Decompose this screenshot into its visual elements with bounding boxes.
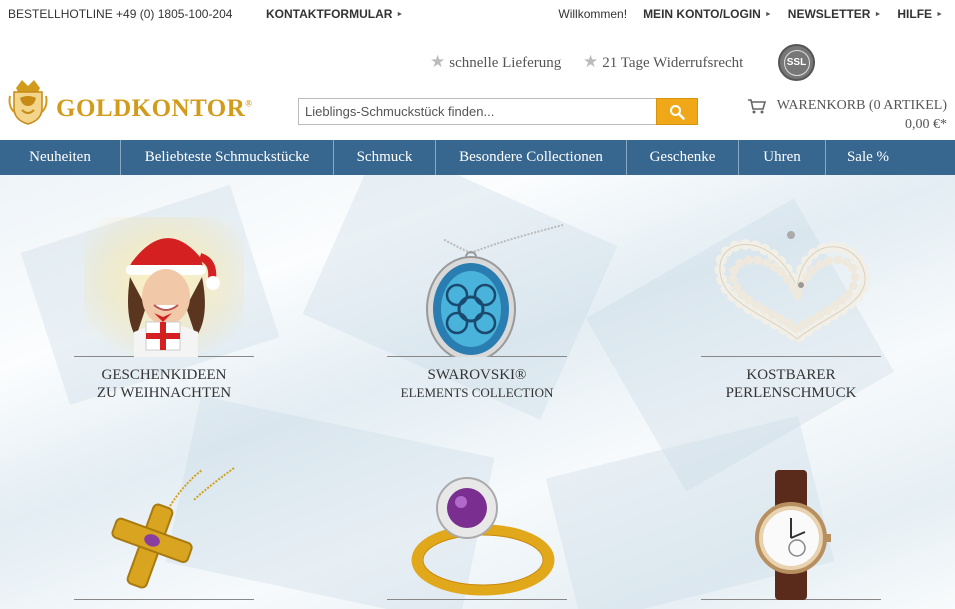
pendant-image — [426, 224, 564, 362]
newsletter-link[interactable]: NEWSLETTER ► — [788, 7, 882, 21]
wristwatch-image — [755, 470, 831, 600]
tile-caption-line2: ELEMENTS COLLECTION — [400, 385, 554, 400]
nav-item-uhren[interactable]: Uhren — [739, 140, 826, 175]
nav-item-sale[interactable]: Sale % — [826, 140, 910, 175]
account-label: MEIN KONTO/LOGIN — [643, 7, 761, 21]
tile-caption: KOSTBARER PERLENSCHMUCK — [701, 366, 881, 402]
tile-image — [387, 460, 567, 600]
tile-image — [74, 217, 254, 357]
tile-image — [701, 460, 881, 600]
cart-total: 0,00 €* — [905, 117, 947, 132]
nav-label: Besondere Collectionen — [459, 149, 603, 165]
tile-caption-line1: KOSTBARER — [746, 367, 836, 383]
nav-label: Uhren — [763, 149, 801, 165]
nav-item-geschenke[interactable]: Geschenke — [627, 140, 739, 175]
amethyst-ring-image — [411, 477, 555, 596]
hotline: BESTELLHOTLINE +49 (0) 1805-100-204 — [8, 7, 233, 21]
nav-label: Schmuck — [356, 149, 413, 165]
arrow-right-icon: ► — [764, 11, 772, 18]
nav-label: Sale % — [846, 149, 890, 165]
nav-item-collectionen[interactable]: Besondere Collectionen — [436, 140, 627, 175]
contact-form-label: KONTAKTFORMULAR — [266, 7, 393, 21]
arrow-right-icon: ► — [874, 11, 882, 18]
crest-logo-icon[interactable] — [8, 76, 48, 126]
category-tile-cross[interactable] — [74, 460, 254, 600]
nav-item-schmuck[interactable]: Schmuck — [334, 140, 436, 175]
pearl-necklace-image — [714, 231, 871, 347]
category-tile-swarovski[interactable]: SWAROVSKI® ELEMENTS COLLECTION — [387, 217, 567, 402]
shopping-cart-icon — [747, 99, 766, 114]
tile-caption: SWAROVSKI® ELEMENTS COLLECTION — [387, 366, 567, 402]
tile-caption-line2: ZU WEIHNACHTEN — [96, 385, 232, 401]
tile-caption-line1: SWAROVSKI® — [427, 367, 527, 383]
trust-delivery-label: schnelle Lieferung — [449, 55, 562, 71]
ssl-seal: SSL — [778, 44, 815, 81]
tile-caption-line1: GESCHENKIDEEN — [101, 367, 227, 383]
tile-image — [387, 217, 567, 362]
content-area: GESCHENKIDEEN ZU WEIHNACHTEN SWAROVSKI® — [0, 175, 955, 609]
nav-label: Neuheiten — [29, 149, 91, 165]
nav-label: Geschenke — [649, 149, 716, 165]
star-icon: ★ — [583, 52, 599, 71]
logo-text: GOLDKONTOR — [56, 95, 246, 122]
cart-label: WARENKORB (0 ARTIKEL) — [776, 98, 947, 113]
account-login-link[interactable]: MEIN KONTO/LOGIN ► — [643, 7, 772, 21]
search-input[interactable] — [298, 98, 656, 125]
top-bar-right: Willkommen! MEIN KONTO/LOGIN ► NEWSLETTER… — [558, 7, 943, 21]
star-icon: ★ — [430, 52, 446, 71]
ssl-seal-label: SSL — [783, 49, 810, 76]
nav-label: Beliebteste Schmuckstücke — [144, 149, 310, 165]
help-label: HILFE — [897, 7, 933, 21]
tile-image — [74, 460, 254, 600]
search-button[interactable] — [656, 98, 698, 125]
arrow-right-icon: ► — [396, 11, 404, 18]
trust-returns-label: 21 Tage Widerrufsrecht — [602, 55, 744, 71]
tile-image — [701, 217, 881, 357]
search-bar — [298, 98, 698, 125]
trust-delivery: ★ schnelle Lieferung — [430, 52, 561, 72]
help-link[interactable]: HILFE ► — [897, 7, 943, 21]
arrow-right-icon: ► — [936, 11, 943, 18]
cross-pendant-image — [111, 467, 235, 589]
tile-caption: GESCHENKIDEEN ZU WEIHNACHTEN — [74, 366, 254, 402]
newsletter-label: NEWSLETTER — [787, 7, 871, 21]
search-icon — [670, 104, 685, 120]
top-bar: BESTELLHOTLINE +49 (0) 1805-100-204 KONT… — [0, 0, 955, 28]
category-tile-watch[interactable] — [701, 460, 881, 600]
category-tile-pearls[interactable]: KOSTBARER PERLENSCHMUCK — [701, 217, 881, 402]
contact-form-link[interactable]: KONTAKTFORMULAR ► — [266, 7, 403, 21]
trust-returns: ★ 21 Tage Widerrufsrecht — [583, 52, 743, 72]
main-nav: Neuheiten Beliebteste Schmuckstücke Schm… — [0, 140, 955, 175]
welcome-text: Willkommen! — [558, 7, 628, 21]
christmas-woman-image — [84, 217, 244, 357]
logo-wordmark[interactable]: GOLDKONTOR® — [56, 95, 253, 123]
nav-item-neuheiten[interactable]: Neuheiten — [0, 140, 121, 175]
registered-mark: ® — [245, 98, 253, 109]
category-tile-ring[interactable] — [387, 460, 567, 600]
cart-line: WARENKORB (0 ARTIKEL) — [747, 98, 947, 114]
nav-item-beliebteste[interactable]: Beliebteste Schmuckstücke — [121, 140, 334, 175]
tile-caption-line2: PERLENSCHMUCK — [725, 385, 857, 401]
cart[interactable]: WARENKORB (0 ARTIKEL) 0,00 €* — [747, 98, 947, 133]
category-tile-christmas[interactable]: GESCHENKIDEEN ZU WEIHNACHTEN — [74, 217, 254, 402]
